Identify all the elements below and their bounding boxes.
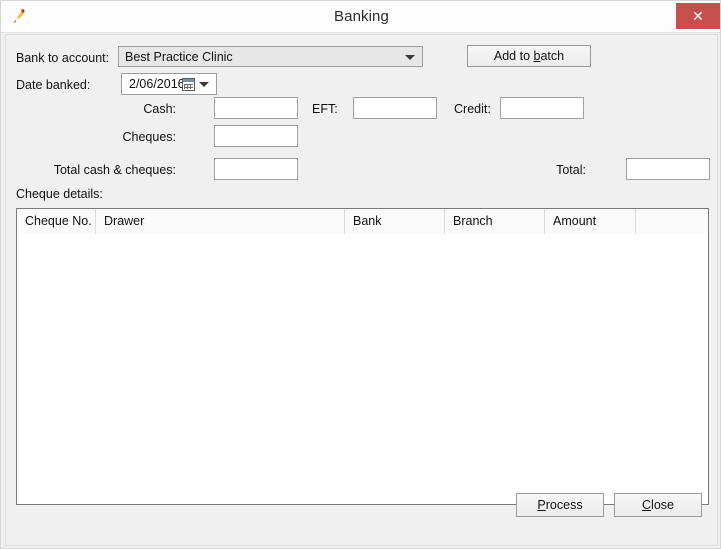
date-chevron-down-icon[interactable] xyxy=(199,82,209,87)
total-cash-cheques-input[interactable] xyxy=(214,158,298,180)
add-to-batch-label-post: atch xyxy=(540,49,565,63)
total-input[interactable] xyxy=(626,158,710,180)
cheques-input[interactable] xyxy=(214,125,298,147)
close-accelerator: C xyxy=(642,498,652,512)
add-to-batch-label-pre: Add to xyxy=(493,49,534,63)
window-title: Banking xyxy=(334,8,389,25)
process-button[interactable]: Process xyxy=(516,493,604,517)
column-header-drawer[interactable]: Drawer xyxy=(96,209,345,234)
cheque-details-header-row: Cheque No. Drawer Bank Branch Amount xyxy=(17,209,708,235)
cash-label: Cash: xyxy=(143,102,176,116)
credit-label: Credit: xyxy=(454,102,491,116)
date-banked-value: 2/06/2016 xyxy=(129,77,185,91)
close-icon: ✕ xyxy=(692,8,704,24)
chevron-down-icon xyxy=(405,54,415,60)
process-accelerator: P xyxy=(537,498,546,512)
close-label-rest: lose xyxy=(651,498,674,512)
column-header-amount[interactable]: Amount xyxy=(545,209,636,234)
date-banked-label: Date banked: xyxy=(16,78,91,92)
date-banked-picker[interactable]: 2/06/2016 xyxy=(121,73,217,95)
eft-label: EFT: xyxy=(312,102,338,116)
total-label: Total: xyxy=(556,163,586,177)
credit-input[interactable] xyxy=(500,97,584,119)
eft-input[interactable] xyxy=(353,97,437,119)
cheques-label: Cheques: xyxy=(122,130,176,144)
total-cash-cheques-label: Total cash & cheques: xyxy=(53,163,176,177)
bank-to-account-label: Bank to account: xyxy=(16,51,110,65)
add-to-batch-button[interactable]: Add to batch xyxy=(467,45,591,67)
title-bar: Banking ✕ xyxy=(1,1,720,33)
close-button[interactable]: Close xyxy=(614,493,702,517)
process-label-rest: rocess xyxy=(545,498,583,512)
cheque-details-grid[interactable]: Cheque No. Drawer Bank Branch Amount xyxy=(16,208,709,505)
banking-window: Banking ✕ Bank to account: Best Practice… xyxy=(0,0,721,549)
column-header-cheque-no[interactable]: Cheque No. xyxy=(17,209,96,234)
cash-input[interactable] xyxy=(214,97,298,119)
close-icon-button[interactable]: ✕ xyxy=(676,3,720,29)
cheque-details-label: Cheque details: xyxy=(16,187,103,201)
calendar-icon[interactable] xyxy=(182,78,195,91)
bank-to-account-combobox[interactable]: Best Practice Clinic xyxy=(118,46,423,67)
bank-to-account-value: Best Practice Clinic xyxy=(125,50,233,64)
column-header-bank[interactable]: Bank xyxy=(345,209,445,234)
column-header-spacer[interactable] xyxy=(636,209,708,234)
cheque-details-rows[interactable] xyxy=(17,234,708,504)
dialog-client-area: Bank to account: Best Practice Clinic Da… xyxy=(5,34,718,546)
column-header-branch[interactable]: Branch xyxy=(445,209,545,234)
